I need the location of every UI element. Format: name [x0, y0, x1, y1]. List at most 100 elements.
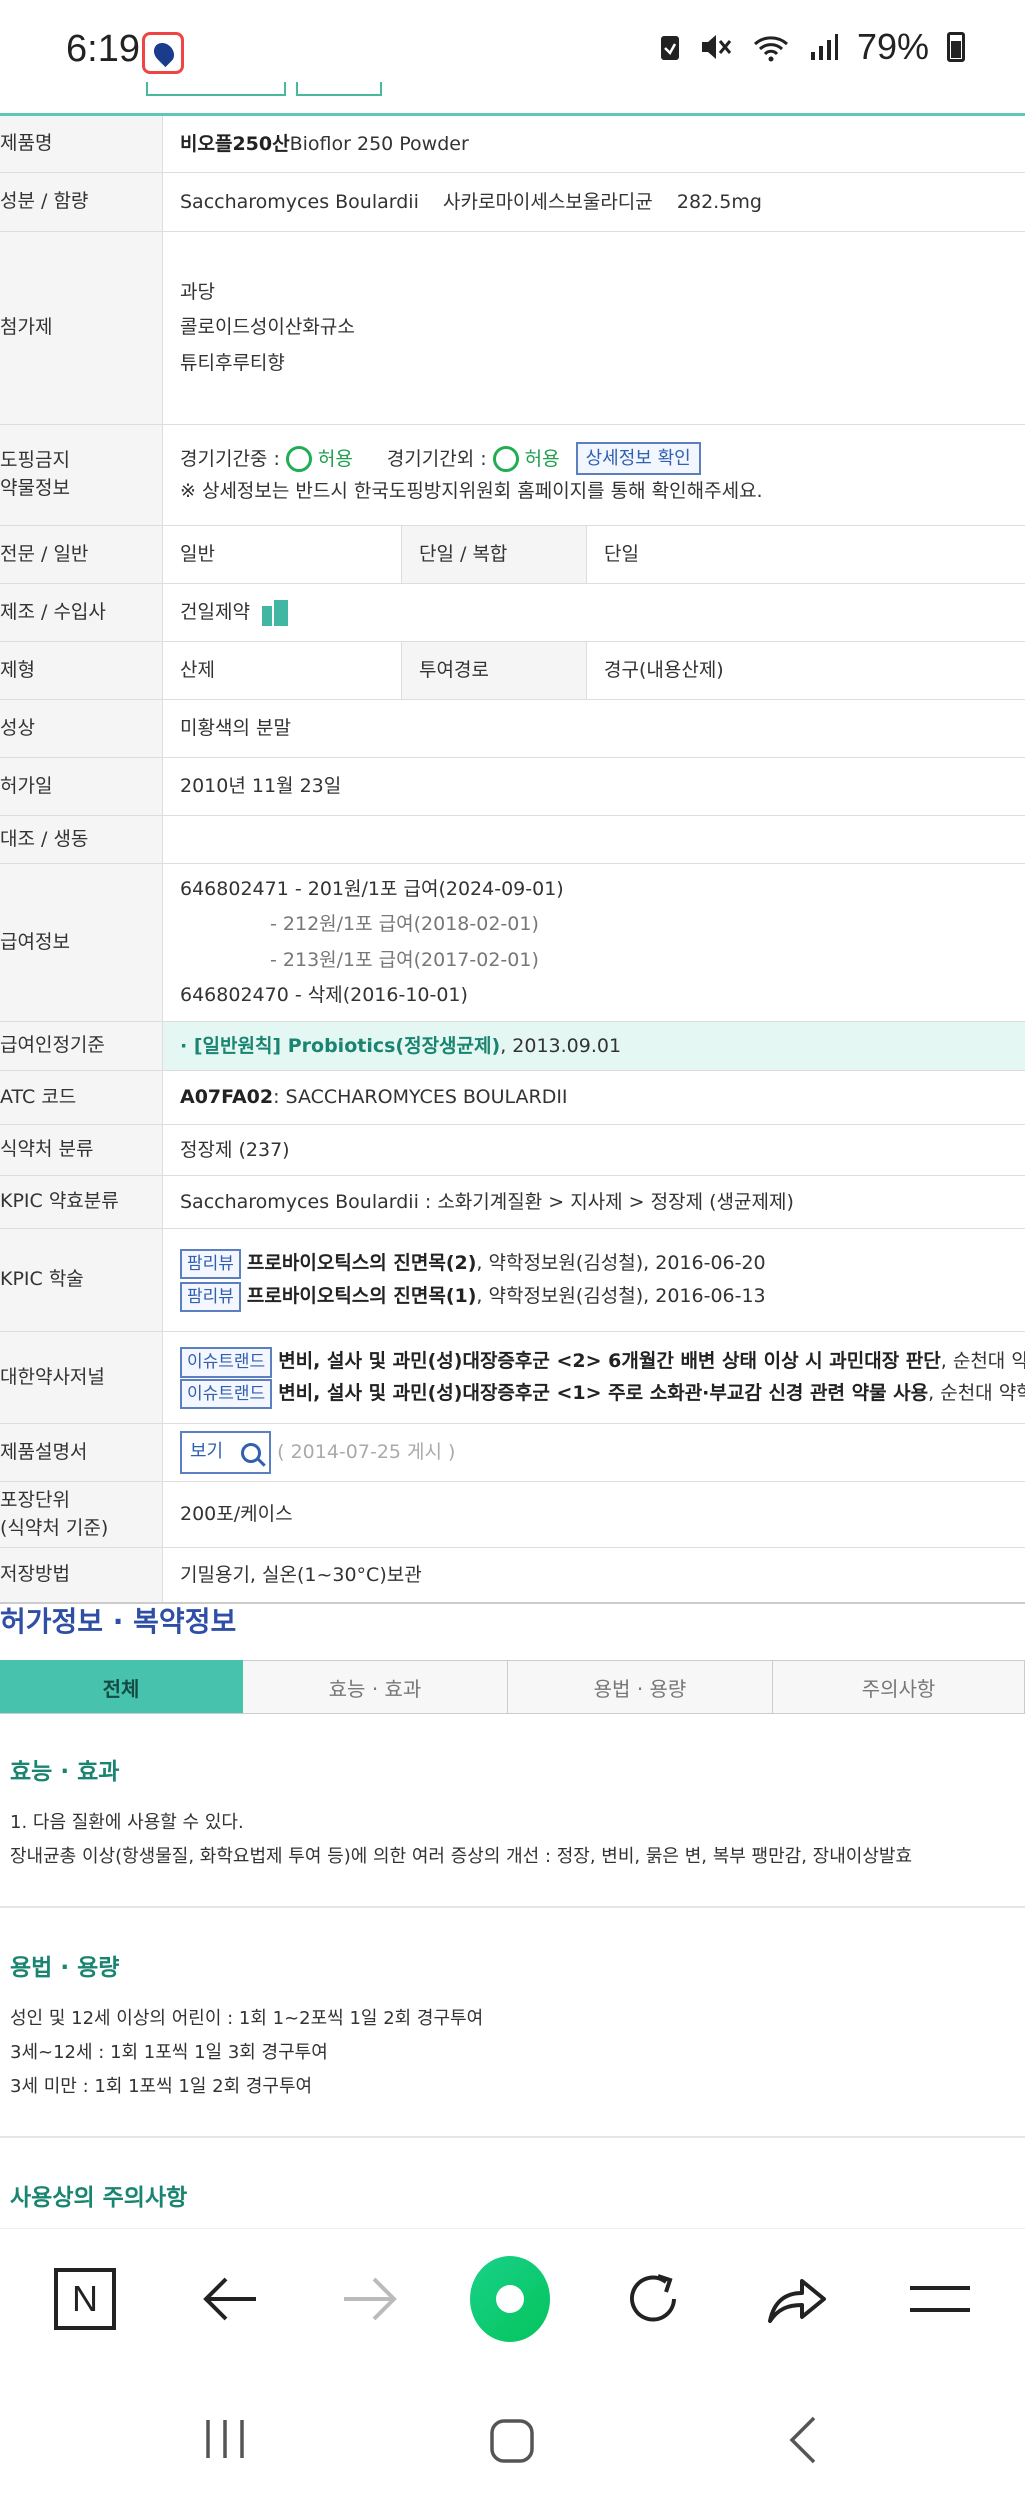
arrow-left-icon: [203, 2277, 256, 2321]
label-benefit-criteria: 급여인정기준: [0, 1022, 163, 1070]
menu-button[interactable]: [900, 2259, 980, 2339]
tab-efficacy[interactable]: 효능 · 효과: [243, 1660, 508, 1713]
section-divider: [0, 2136, 1025, 2138]
green-circle-icon: [470, 2256, 550, 2342]
leaflet-date: ( 2014-07-25 게시 ): [277, 1441, 456, 1464]
journal-meta: , 순천대 약학대학 최경희 교수: [928, 1381, 1025, 1404]
efficacy-section: 효능 · 효과 1. 다음 질환에 사용할 수 있다. 장내균총 이상(항생물질…: [0, 1752, 1025, 1874]
journal-title[interactable]: 변비, 설사 및 과민(성)대장증후군 <1> 주로 소화관·부교감 신경 관련…: [278, 1382, 928, 1404]
row-additives: 첨가제 과당 콜로이드성이산화규소 튜티후루티향: [0, 232, 1025, 425]
row-otc: 전문 / 일반 일반 단일 / 복합 단일: [0, 526, 1025, 584]
insurance-line: 646802470 - 삭제(2016-10-01): [180, 983, 468, 1006]
section-divider: [0, 1906, 1025, 1908]
map-app-icon: [142, 32, 184, 74]
recent-apps-icon[interactable]: [200, 2418, 250, 2460]
back-button[interactable]: [190, 2259, 270, 2339]
dosage-section: 용법 · 용량 성인 및 12세 이상의 어린이 : 1회 1~2포씩 1일 2…: [0, 1948, 1025, 2105]
otc-value: 일반: [180, 543, 215, 566]
study-title[interactable]: 프로바이오틱스의 진면목(1): [247, 1285, 476, 1307]
row-benefit-criteria: 급여인정기준 · [일반원칙] Probiotics(정장생균제) , 2013…: [0, 1022, 1025, 1071]
journal-item[interactable]: 이슈트랜드 변비, 설사 및 과민(성)대장증후군 <1> 주로 소화관·부교감 …: [180, 1378, 1025, 1409]
section-title: 허가정보 · 복약정보: [0, 1605, 237, 1638]
search-icon: [241, 1442, 262, 1463]
forward-button[interactable]: [330, 2259, 410, 2339]
journal-meta: , 순천대 약학대학 최경희 교: [940, 1350, 1025, 1373]
tab-caution[interactable]: 주의사항: [773, 1660, 1025, 1713]
share-button[interactable]: [757, 2259, 837, 2339]
share-arrow-icon: [768, 2279, 826, 2323]
status-bar: 6:19 79%: [0, 0, 1025, 110]
doping-detail-button[interactable]: 상세정보 확인: [575, 442, 701, 476]
package-value: 200포/케이스: [180, 1503, 293, 1526]
journal-title[interactable]: 변비, 설사 및 과민(성)대장증후군 <2> 6개월간 배변 상태 이상 시 …: [278, 1350, 941, 1372]
study-title[interactable]: 프로바이오틱스의 진면목(2): [247, 1252, 476, 1274]
label-approval-date: 허가일: [0, 758, 163, 815]
study-meta: , 약학정보원(김성철), 2016-06-13: [476, 1285, 766, 1307]
home-icon[interactable]: [489, 2418, 535, 2464]
additive-item: 콜로이드성이산화규소: [180, 316, 355, 339]
row-ingredient: 성분 / 함량 Saccharomyces Boulardii 사카로마이세스보…: [0, 173, 1025, 232]
label-single-combo: 단일 / 복합: [401, 526, 587, 583]
row-mfds-class: 식약처 분류 정장제 (237): [0, 1125, 1025, 1176]
mfds-class-value: 정장제 (237): [180, 1138, 290, 1161]
n-icon: N: [54, 2268, 116, 2330]
label-insurance: 급여정보: [0, 864, 163, 1021]
row-kpic-study: KPIC 학술 팜리뷰 프로바이오틱스의 진면목(2), 약학정보원(김성철), …: [0, 1229, 1025, 1332]
naver-home-button[interactable]: N: [45, 2259, 125, 2339]
atc-name: : SACCHAROMYCES BOULARDII: [273, 1086, 568, 1109]
manufacturer-value[interactable]: 건일제약: [180, 594, 250, 630]
tab-dosage[interactable]: 용법 · 용량: [508, 1660, 773, 1713]
label-ingredient: 성분 / 함량: [0, 173, 163, 231]
label-kpic-study: KPIC 학술: [0, 1229, 163, 1331]
insurance-line: 646802471 - 201원/1포 급여(2024-09-01): [180, 878, 564, 901]
back-nav-icon[interactable]: [788, 2416, 818, 2464]
doping-in-season-value: 허용: [317, 447, 353, 470]
doping-out-season-value: 허용: [524, 447, 560, 470]
browser-toolbar: N: [0, 2228, 1025, 2368]
green-home-button[interactable]: [470, 2256, 550, 2342]
study-item[interactable]: 팜리뷰 프로바이오틱스의 진면목(2), 약학정보원(김성철), 2016-06-…: [180, 1247, 766, 1280]
label-mfds-class: 식약처 분류: [0, 1125, 163, 1175]
insurance-line: - 213원/1포 급여(2017-02-01): [270, 948, 539, 971]
row-storage: 저장방법 기밀용기, 실온(1~30°C)보관: [0, 1548, 1025, 1604]
study-meta: , 약학정보원(김성철), 2016-06-20: [476, 1251, 766, 1274]
label-journal: 대한약사저널: [0, 1332, 163, 1423]
wifi-icon: [753, 36, 788, 62]
row-kpic-class: KPIC 약효분류 Saccharomyces Boulardii : 소화기계…: [0, 1176, 1025, 1229]
system-nav-bar: [0, 2368, 1025, 2506]
additive-item: 튜티후루티향: [180, 351, 285, 374]
row-doping: 도핑금지 약물정보 경기기간중 : 허용 경기기간외 : 허용 상세정보 확인 …: [0, 425, 1025, 526]
study-item[interactable]: 팜리뷰 프로바이오틱스의 진면목(1), 약학정보원(김성철), 2016-06-…: [180, 1280, 766, 1313]
row-package: 포장단위 (식약처 기준) 200포/케이스: [0, 1482, 1025, 1548]
row-appearance: 성상 미황색의 분말: [0, 700, 1025, 758]
row-form: 제형 산제 투여경로 경구(내용산제): [0, 642, 1025, 700]
caution-section: 사용상의 주의사항: [0, 2178, 1025, 2212]
label-atc: ATC 코드: [0, 1071, 163, 1124]
label-package: 포장단위 (식약처 기준): [0, 1482, 163, 1547]
arrow-right-icon: [344, 2277, 397, 2321]
generic-value: [163, 816, 1025, 863]
clipped-button-1[interactable]: [146, 82, 286, 96]
label-additives: 첨가제: [0, 232, 163, 424]
tab-all[interactable]: 전체: [0, 1660, 243, 1713]
insurance-line: - 212원/1포 급여(2018-02-01): [270, 913, 539, 936]
row-manufacturer: 제조 / 수입사 건일제약: [0, 584, 1025, 642]
battery-percent: 79%: [856, 26, 929, 67]
additive-item: 과당: [180, 281, 215, 304]
product-name-en: Bioflor 250 Powder: [289, 132, 469, 155]
appearance-value: 미황색의 분말: [180, 717, 291, 740]
clipped-button-2[interactable]: [296, 82, 382, 96]
row-leaflet: 제품설명서 보기 ( 2014-07-25 게시 ): [0, 1424, 1025, 1482]
storage-value: 기밀용기, 실온(1~30°C)보관: [180, 1563, 422, 1586]
label-storage: 저장방법: [0, 1548, 163, 1602]
atc-code: A07FA02: [180, 1086, 274, 1109]
journal-item[interactable]: 이슈트랜드 변비, 설사 및 과민(성)대장증후군 <2> 6개월간 배변 상태 …: [180, 1346, 1025, 1378]
refresh-button[interactable]: [613, 2259, 693, 2339]
dosage-line: 성인 및 12세 이상의 어린이 : 1회 1~2포씩 1일 2회 경구투여: [10, 2008, 484, 2029]
allowed-circle-icon: [492, 445, 519, 472]
benefit-criteria-link[interactable]: · [일반원칙] Probiotics(정장생균제): [180, 1028, 500, 1064]
building-icon[interactable]: [261, 599, 288, 626]
row-journal: 대한약사저널 이슈트랜드 변비, 설사 및 과민(성)대장증후군 <2> 6개월간…: [0, 1332, 1025, 1424]
leaflet-view-button[interactable]: 보기: [180, 1431, 272, 1474]
label-route: 투여경로: [401, 642, 587, 699]
